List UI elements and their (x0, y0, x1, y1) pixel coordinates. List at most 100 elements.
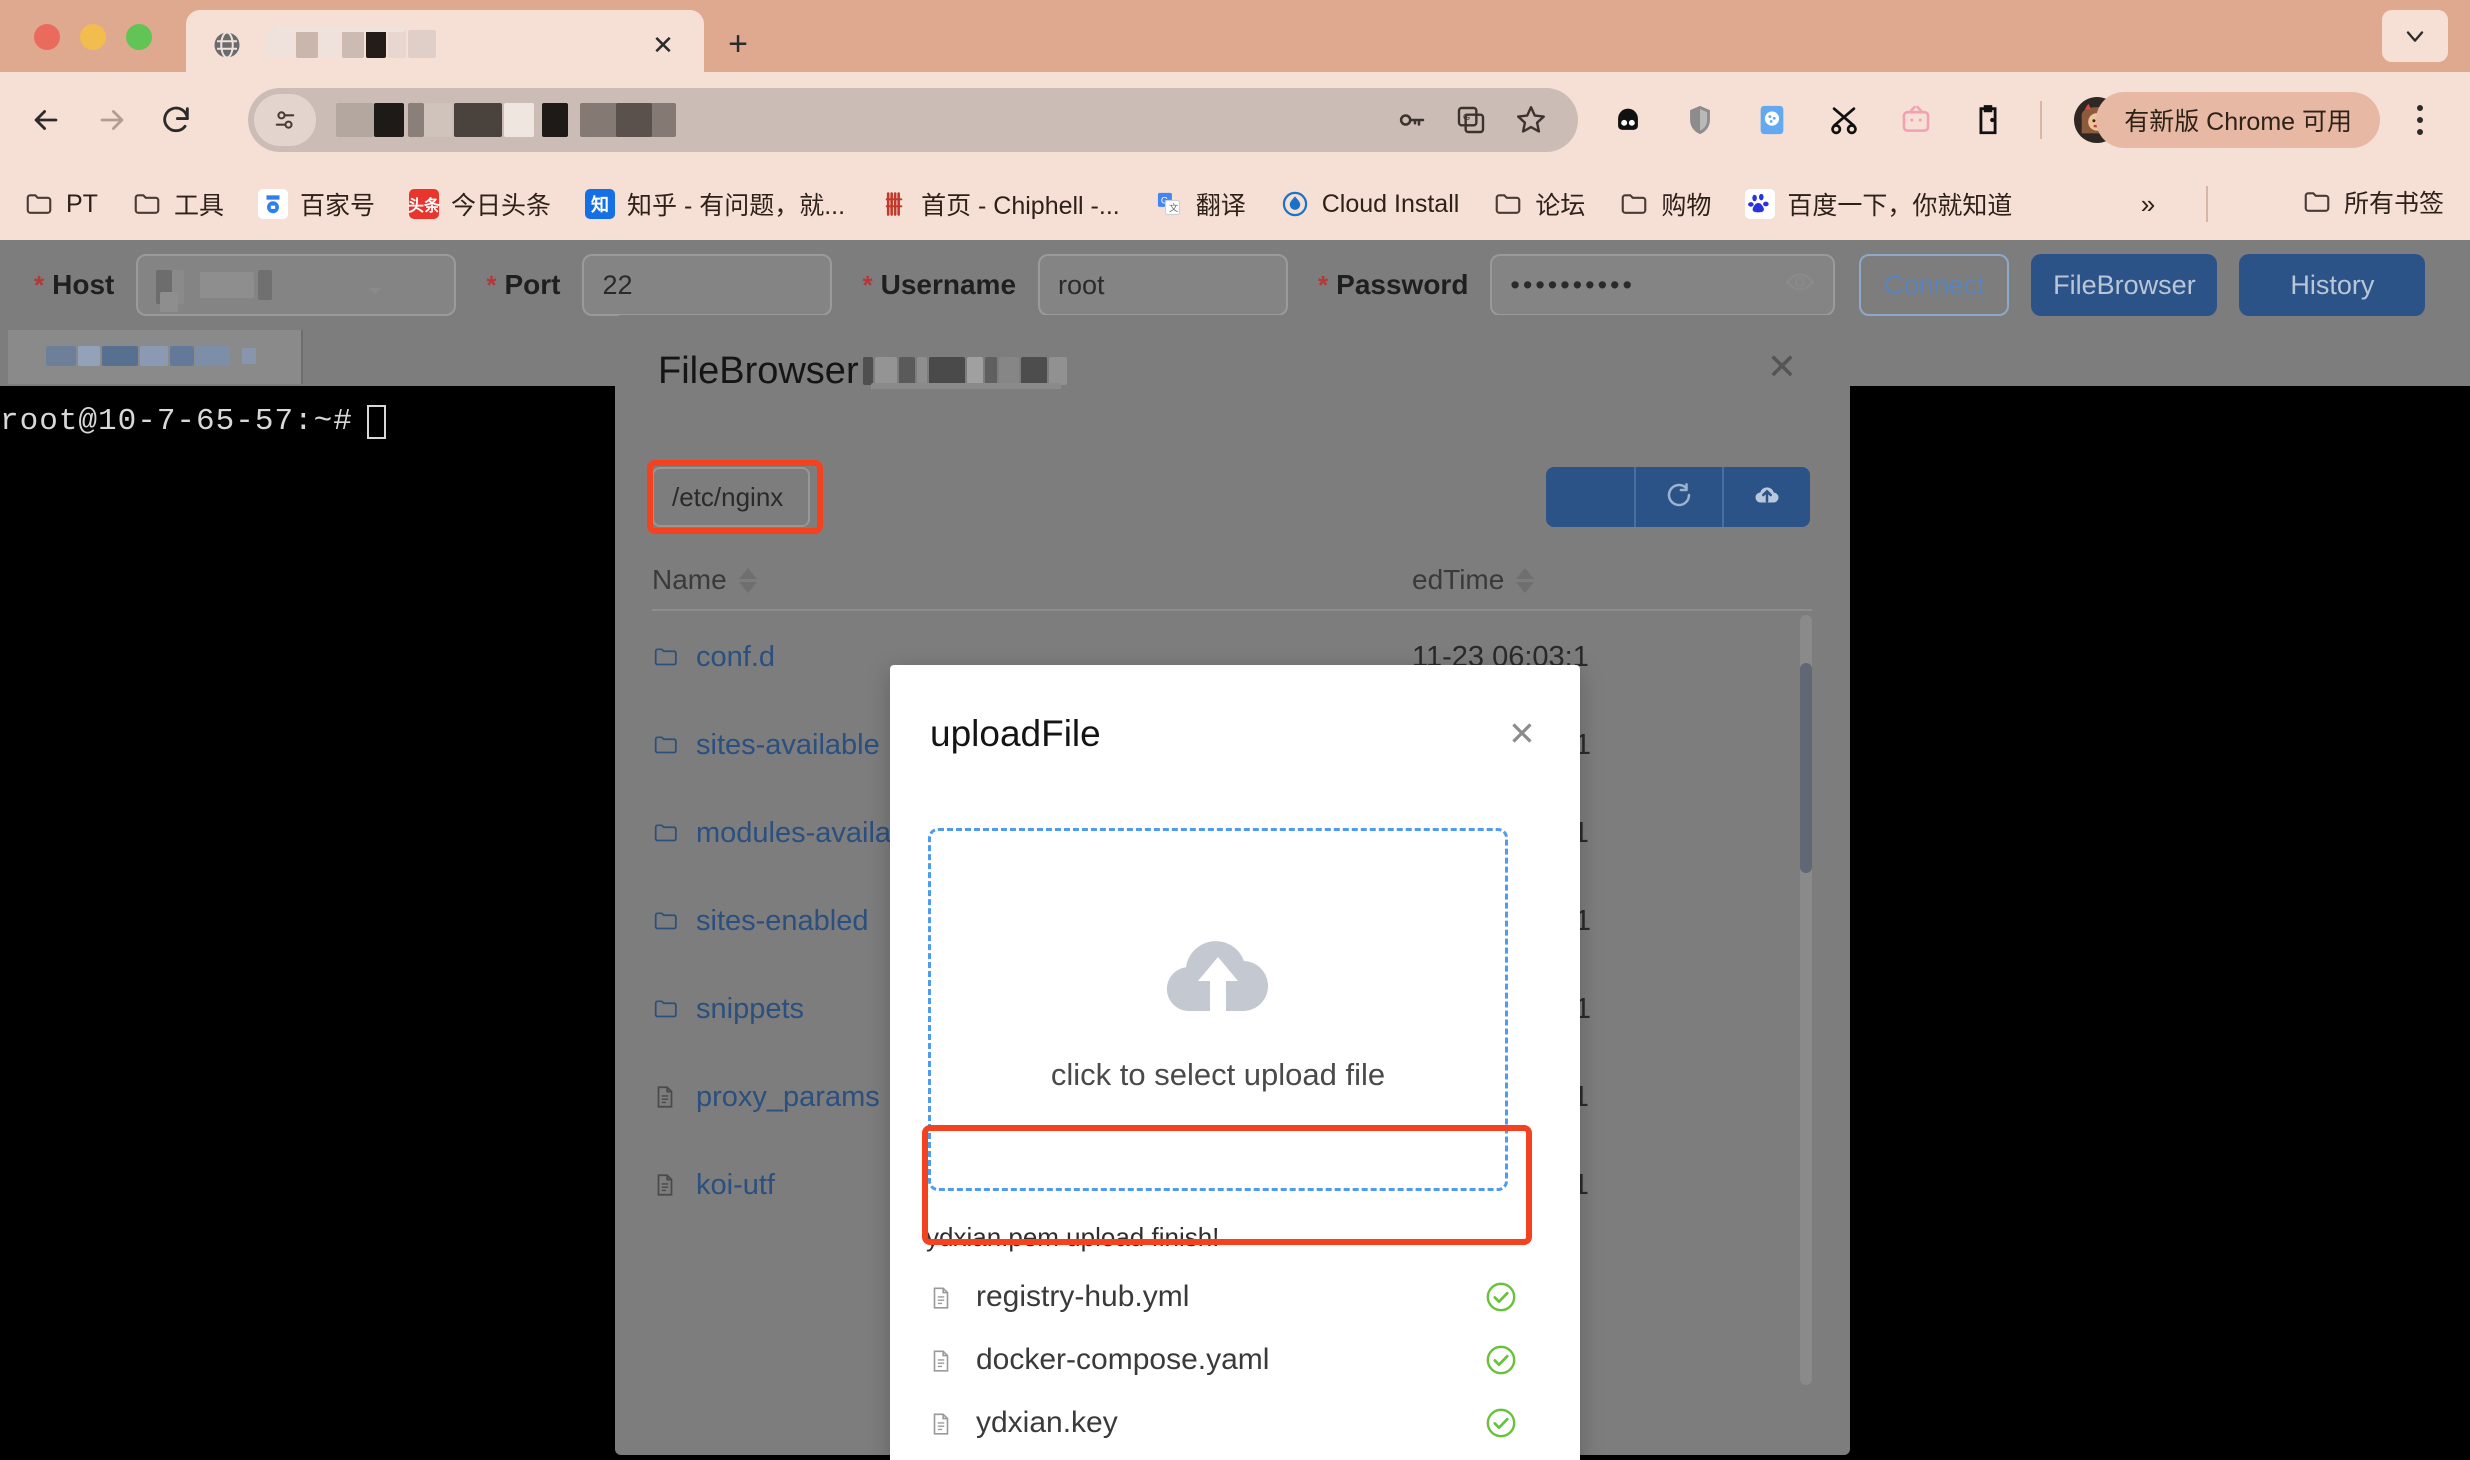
terminal-prompt-line: root@10-7-65-57:~# (0, 404, 386, 439)
page-content: * Host * Port 22 * Username root * Passw… (0, 240, 2470, 1460)
bookmark-item-zhihu[interactable]: 知 知乎 - 有问题，就... (585, 186, 845, 222)
browser-tab[interactable]: ✕ (186, 10, 704, 80)
address-bar-actions: G (1394, 103, 1548, 137)
terminal-session-tab-label-redacted (46, 344, 261, 370)
connect-button[interactable]: Connect (1859, 254, 2010, 316)
terminal-cursor (366, 404, 386, 439)
upload-status-text: ydxian.pem upload finish! (926, 1222, 1220, 1252)
password-input[interactable]: •••••••••• (1490, 254, 1836, 316)
star-icon[interactable] (1514, 103, 1548, 137)
bookmark-item-baijiahao[interactable]: 百家号 (257, 186, 375, 222)
tune-icon[interactable] (254, 94, 316, 146)
bookmark-item-shopping[interactable]: 购物 (1619, 186, 1711, 222)
filebrowser-title-text: FileBrowser (658, 350, 859, 392)
terminal-session-tab[interactable] (8, 330, 303, 384)
uploaded-file-name: registry-hub.yml (976, 1279, 1190, 1313)
list-item[interactable]: docker-compose.yaml (928, 1328, 1518, 1391)
translate-icon: G文 (1154, 189, 1184, 219)
refresh-icon (1664, 480, 1694, 515)
translate-icon[interactable]: G (1454, 103, 1488, 137)
sort-icon[interactable] (1516, 567, 1535, 593)
required-mark: * (34, 270, 45, 300)
all-bookmarks-label: 所有书签 (2343, 190, 2444, 218)
file-icon (928, 1347, 956, 1373)
sort-icon[interactable] (738, 567, 757, 593)
bookmark-item-baidu[interactable]: 百度一下，你就知道 (1745, 186, 2012, 222)
upload-dropzone[interactable]: click to select upload file (928, 828, 1508, 1191)
bookmark-item-chiphell[interactable]: 首页 - Chiphell -... (879, 186, 1120, 222)
sort-descending-icon (738, 581, 757, 593)
chrome-menu-kebab-icon[interactable] (2396, 96, 2444, 144)
check-circle-icon (1484, 1280, 1518, 1314)
file-icon (928, 1410, 956, 1436)
bookmarks-bar: PT 工具 百家号 头条 今日头条 知 知乎 - 有问题，就... 首页 - C… (0, 168, 2470, 240)
upload-button[interactable] (1722, 467, 1810, 527)
file-icon (928, 1284, 956, 1310)
address-bar-url-redacted (336, 103, 1394, 137)
filebrowser-button[interactable]: FileBrowser (2031, 254, 2218, 316)
kebab-dot (2417, 105, 2423, 111)
column-header-name[interactable]: Name (652, 564, 1072, 596)
list-item[interactable]: ydxian.key (928, 1391, 1518, 1454)
forward-button[interactable] (88, 96, 136, 144)
address-bar[interactable]: G (248, 88, 1578, 152)
cookie-extension-icon[interactable] (1752, 100, 1792, 140)
chrome-update-button[interactable]: 有新版 Chrome 可用 (2096, 92, 2380, 148)
back-button[interactable] (22, 96, 70, 144)
folder-icon (2302, 187, 2332, 217)
shield-extension-icon[interactable] (1680, 100, 1720, 140)
tab-search-chevron-down-icon[interactable] (2382, 10, 2448, 62)
scrollbar-thumb[interactable] (1800, 663, 1812, 873)
uploaded-file-name: docker-compose.yaml (976, 1342, 1270, 1376)
upload-dialog-close-button[interactable]: ✕ (1502, 713, 1542, 753)
list-item[interactable]: ydxian.pem (928, 1454, 1518, 1460)
all-bookmarks-button[interactable]: 所有书签 (2302, 184, 2444, 220)
username-input[interactable]: root (1038, 254, 1289, 316)
close-tab-button[interactable]: ✕ (648, 30, 678, 60)
history-button[interactable]: History (2239, 254, 2426, 316)
bookmark-item-toutiao[interactable]: 头条 今日头条 (408, 186, 551, 222)
uploaded-file-name: ydxian.key (976, 1405, 1118, 1439)
column-header-modifiedtime[interactable]: edTime (1412, 564, 1812, 596)
path-input[interactable]: /etc/nginx (652, 467, 810, 527)
key-icon[interactable] (1394, 103, 1428, 137)
bookmark-item-tools[interactable]: 工具 (132, 186, 224, 222)
eye-icon[interactable] (1785, 267, 1815, 304)
window-traffic-lights (34, 24, 152, 50)
minimize-window-button[interactable] (80, 24, 106, 50)
filebrowser-close-button[interactable]: ✕ (1760, 345, 1804, 389)
refresh-button[interactable] (1634, 467, 1722, 527)
upload-cloud-icon (1752, 480, 1782, 515)
sort-ascending-icon (1516, 567, 1535, 579)
list-item[interactable]: registry-hub.yml (928, 1265, 1518, 1328)
kebab-dot (2417, 129, 2423, 135)
bookmark-label: 购物 (1661, 192, 1712, 220)
globe-icon (212, 30, 242, 60)
clipboard-extension-icon[interactable] (1968, 100, 2008, 140)
close-window-button[interactable] (34, 24, 60, 50)
host-input[interactable] (136, 254, 457, 316)
bookmark-item-cloud-install[interactable]: Cloud Install (1280, 189, 1459, 219)
filebrowser-extra-button[interactable] (1546, 467, 1634, 527)
folder-icon (652, 908, 680, 934)
scissors-extension-icon[interactable] (1824, 100, 1864, 140)
bookmark-item-pt[interactable]: PT (24, 189, 98, 219)
reload-button[interactable] (152, 96, 200, 144)
new-tab-button[interactable]: + (718, 24, 758, 64)
bookmark-label: 知乎 - 有问题，就... (627, 192, 846, 220)
port-input[interactable]: 22 (582, 254, 833, 316)
file-list-scrollbar[interactable] (1800, 615, 1812, 1385)
eyes-extension-icon[interactable] (1608, 100, 1648, 140)
bookmarks-overflow-button[interactable]: » (2126, 184, 2170, 224)
maximize-window-button[interactable] (126, 24, 152, 50)
baijiahao-icon (257, 189, 288, 219)
tv-extension-icon[interactable] (1896, 100, 1936, 140)
username-label: * Username (862, 269, 1017, 300)
folder-icon (652, 732, 680, 758)
password-value: •••••••••• (1510, 269, 1635, 300)
bookmark-item-translate[interactable]: G文 翻译 (1154, 186, 1246, 222)
sort-ascending-icon (738, 567, 757, 579)
check-circle-icon (1484, 1406, 1518, 1440)
bookmark-item-forum[interactable]: 论坛 (1493, 186, 1585, 222)
file-icon (652, 1084, 680, 1110)
